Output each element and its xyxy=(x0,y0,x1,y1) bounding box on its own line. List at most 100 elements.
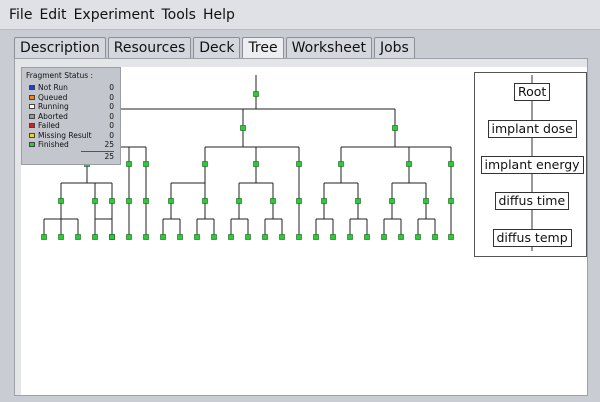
status-label: Queued xyxy=(38,92,68,102)
tree-node[interactable] xyxy=(126,198,132,204)
tree-node[interactable] xyxy=(92,234,98,240)
menu-tools[interactable]: Tools xyxy=(161,7,196,23)
tree-node[interactable] xyxy=(262,234,268,240)
tab-tree[interactable]: Tree xyxy=(242,37,284,58)
status-row-aborted: Aborted 0 xyxy=(26,112,116,122)
tree-node[interactable] xyxy=(423,198,429,204)
menu-help[interactable]: Help xyxy=(203,7,235,23)
tree-node[interactable] xyxy=(389,198,395,204)
tab-worksheet[interactable]: Worksheet xyxy=(285,37,372,58)
level-label-root[interactable]: Root xyxy=(514,83,551,101)
tree-node[interactable] xyxy=(296,234,302,240)
status-row-running: Running 0 xyxy=(26,102,116,112)
menu-file[interactable]: File xyxy=(9,7,32,23)
status-label: Not Run xyxy=(38,83,68,92)
tab-description[interactable]: Description xyxy=(14,37,106,58)
tab-jobs[interactable]: Jobs xyxy=(373,37,415,58)
tree-node[interactable] xyxy=(296,161,302,167)
tree-node[interactable] xyxy=(330,234,336,240)
tree-node[interactable] xyxy=(236,198,242,204)
fragment-status-title: Fragment Status : xyxy=(26,71,94,80)
tree-node[interactable] xyxy=(126,161,132,167)
status-count: 0 xyxy=(109,83,114,92)
tree-node[interactable] xyxy=(415,234,421,240)
level-hierarchy-panel: Root implant dose implant energy diffus tim… xyxy=(474,72,587,257)
status-swatch-icon xyxy=(29,113,35,119)
tree-node[interactable] xyxy=(240,125,246,131)
tree-node[interactable] xyxy=(270,198,276,204)
tree-node[interactable] xyxy=(381,234,387,240)
status-count: 0 xyxy=(109,121,114,130)
status-swatch-icon xyxy=(29,85,35,91)
status-row-not-run: Not Run 0 xyxy=(26,83,116,93)
status-label: Missing Result xyxy=(38,130,92,140)
tree-node[interactable] xyxy=(92,198,98,204)
tree-node[interactable] xyxy=(448,234,454,240)
tree-node[interactable] xyxy=(58,234,64,240)
tab-resources[interactable]: Resources xyxy=(107,37,192,58)
menu-bar: File Edit Experiment Tools Help xyxy=(0,0,600,30)
menu-edit[interactable]: Edit xyxy=(39,7,66,23)
tab-bar: Description Resources Deck Tree Worksheet Job… xyxy=(14,37,417,59)
tree-node[interactable] xyxy=(406,161,412,167)
tree-node[interactable] xyxy=(143,198,149,204)
tree-node[interactable] xyxy=(338,161,344,167)
status-label: Failed xyxy=(38,121,60,130)
status-swatch-icon xyxy=(29,123,35,129)
fragment-status-legend: Fragment Status : Not Run 0 Queued 0 Running… xyxy=(21,67,121,165)
tree-node[interactable] xyxy=(364,234,370,240)
tree-node[interactable] xyxy=(168,198,174,204)
tree-node[interactable] xyxy=(228,234,234,240)
status-swatch-icon xyxy=(29,132,35,138)
tree-node[interactable] xyxy=(321,198,327,204)
status-count: 25 xyxy=(104,140,114,149)
status-row-failed: Failed 0 xyxy=(26,121,116,131)
tab-deck[interactable]: Deck xyxy=(193,37,241,58)
tree-node[interactable] xyxy=(296,198,302,204)
level-label-implant-energy[interactable]: implant energy xyxy=(480,156,584,174)
tree-node[interactable] xyxy=(392,125,398,131)
status-row-queued: Queued 0 xyxy=(26,93,116,103)
tree-node[interactable] xyxy=(211,234,217,240)
tree-node[interactable] xyxy=(126,234,132,240)
tree-node[interactable] xyxy=(448,198,454,204)
status-count: 0 xyxy=(109,111,114,121)
tree-node[interactable] xyxy=(109,234,115,240)
tree-node[interactable] xyxy=(202,198,208,204)
tree-node[interactable] xyxy=(41,234,47,240)
status-row-finished: Finished 25 xyxy=(26,140,116,150)
status-count: 0 xyxy=(109,130,114,140)
tree-node[interactable] xyxy=(202,161,208,167)
level-label-diffus-time[interactable]: diffus time xyxy=(494,192,570,210)
tree-node[interactable] xyxy=(245,234,251,240)
tree-node[interactable] xyxy=(355,198,361,204)
tree-node[interactable] xyxy=(160,234,166,240)
status-label: Running xyxy=(38,102,69,111)
level-label-implant-dose[interactable]: implant dose xyxy=(487,120,577,138)
fragment-status-total: 25 xyxy=(104,151,114,161)
status-row-missing-result: Missing Result 0 xyxy=(26,131,116,141)
status-label: Aborted xyxy=(38,111,68,121)
tree-node[interactable] xyxy=(279,234,285,240)
status-swatch-icon xyxy=(29,104,35,110)
menu-experiment[interactable]: Experiment xyxy=(74,7,155,23)
tree-node[interactable] xyxy=(75,234,81,240)
status-swatch-icon xyxy=(29,142,35,148)
tree-node[interactable] xyxy=(58,198,64,204)
tree-node[interactable] xyxy=(109,198,115,204)
tree-node[interactable] xyxy=(313,234,319,240)
status-count: 0 xyxy=(109,92,114,102)
tree-node[interactable] xyxy=(253,161,259,167)
status-count: 0 xyxy=(109,102,114,111)
tree-node[interactable] xyxy=(347,234,353,240)
tree-node[interactable] xyxy=(194,234,200,240)
level-label-diffus-temp[interactable]: diffus temp xyxy=(492,229,572,247)
tree-node[interactable] xyxy=(432,234,438,240)
tree-node[interactable] xyxy=(177,234,183,240)
tree-node[interactable] xyxy=(448,161,454,167)
status-swatch-icon xyxy=(29,94,35,100)
tree-node[interactable] xyxy=(253,91,259,97)
tree-node[interactable] xyxy=(143,234,149,240)
tree-node[interactable] xyxy=(143,161,149,167)
tree-node[interactable] xyxy=(398,234,404,240)
